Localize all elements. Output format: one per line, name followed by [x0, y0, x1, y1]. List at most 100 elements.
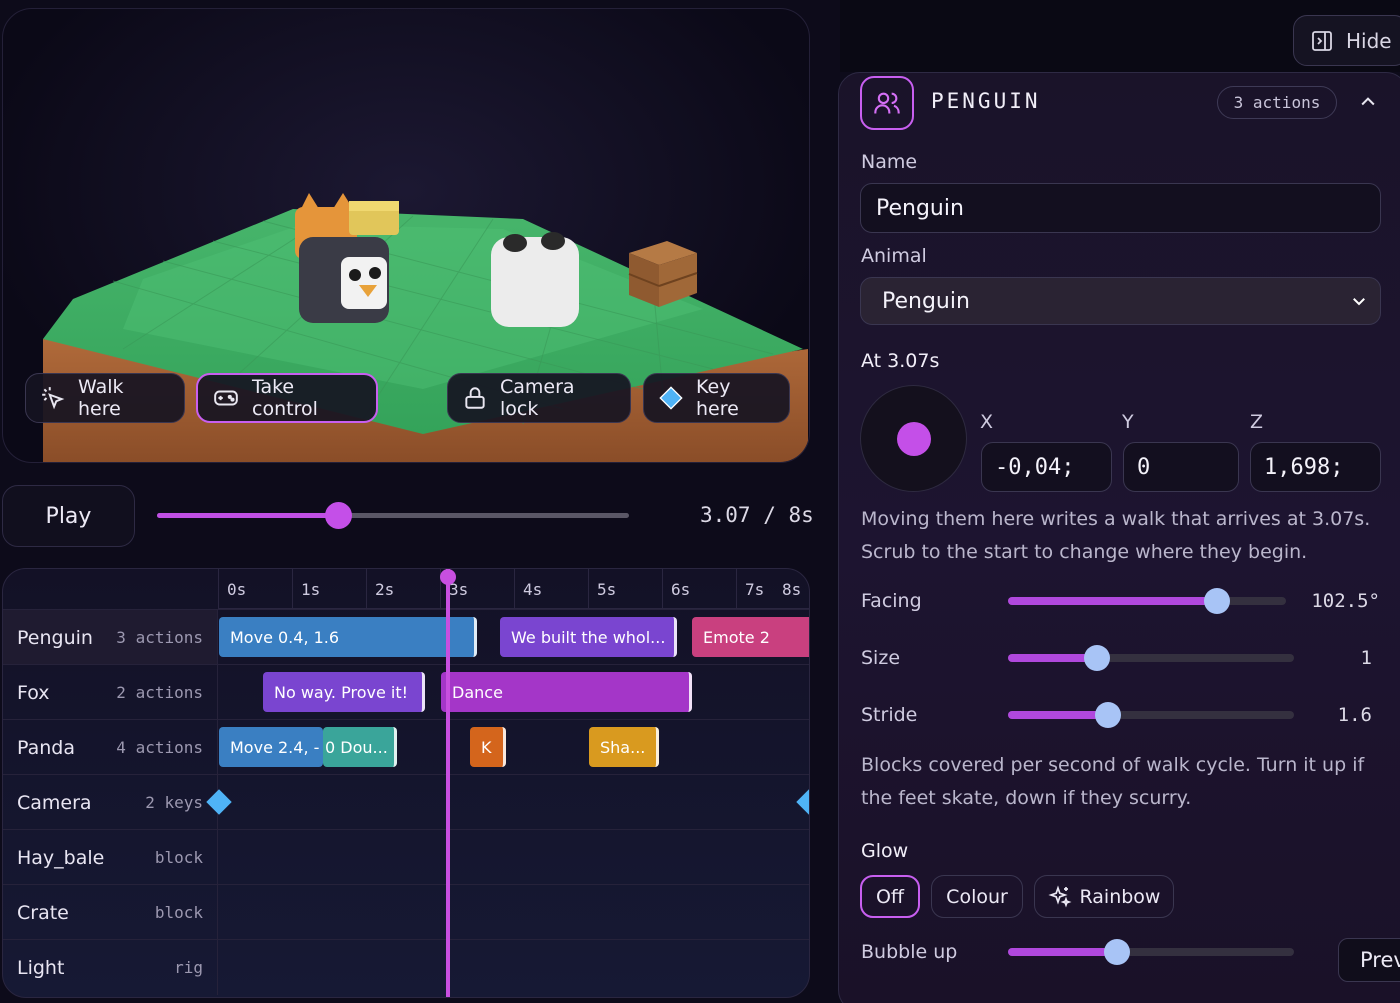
stride-value: 1.6: [1337, 704, 1372, 726]
clip-penguin-move[interactable]: Move 0.4, 1.6: [219, 617, 477, 657]
glow-rainbow-label: Rainbow: [1079, 885, 1161, 908]
timeline-row-label[interactable]: Fox 2 actions: [3, 665, 218, 720]
row-count: 4 actions: [116, 738, 203, 757]
size-label: Size: [861, 647, 901, 669]
row-name: Penguin: [17, 626, 93, 649]
row-count: rig: [174, 958, 203, 977]
row-count: 3 actions: [116, 628, 203, 647]
chevron-down-icon: [1353, 298, 1365, 306]
clip-panda-dou[interactable]: 0 Dou...: [323, 727, 397, 767]
timeline-row-light[interactable]: Light rig: [3, 939, 809, 995]
move-hint: Moving them here writes a walk that arri…: [861, 508, 1371, 563]
lock-icon: [465, 387, 485, 409]
x-axis-label: X: [980, 411, 994, 433]
walk-here-button[interactable]: Walk here: [25, 373, 185, 423]
tick-label: 5s: [588, 569, 616, 609]
glow-label: Glow: [861, 840, 909, 862]
entity-type-icon: [860, 76, 914, 130]
facing-value: 102.5°: [1311, 590, 1380, 612]
scene-viewport[interactable]: Walk here Take control Camera lock Key h…: [2, 8, 810, 463]
facing-slider[interactable]: [1008, 588, 1286, 614]
hide-label: Hide: [1346, 28, 1392, 53]
timeline-row-camera[interactable]: Camera 2 keys: [3, 774, 809, 830]
actions-count-badge: 3 actions: [1217, 86, 1337, 119]
timeline-row-label[interactable]: Crate block: [3, 885, 218, 940]
play-button[interactable]: Play: [2, 485, 135, 547]
entity-title: PENGUIN: [931, 89, 1041, 113]
playhead[interactable]: [440, 569, 456, 997]
row-name: Crate: [17, 901, 69, 924]
animal-label: Animal: [861, 245, 927, 267]
slider-handle[interactable]: [1095, 702, 1122, 728]
glow-rainbow-button[interactable]: Rainbow: [1034, 875, 1174, 918]
z-axis-label: Z: [1250, 411, 1264, 433]
panel-collapse-icon: [1312, 30, 1332, 51]
key-here-button[interactable]: Key here: [643, 373, 790, 423]
slider-handle[interactable]: [1103, 939, 1130, 965]
chevron-up-icon[interactable]: [1358, 92, 1378, 112]
clip-fox-dance[interactable]: Dance: [441, 672, 692, 712]
clip-penguin-say[interactable]: We built the whol...: [500, 617, 677, 657]
take-control-button[interactable]: Take control: [196, 373, 378, 423]
gamepad-icon: [214, 390, 238, 406]
clip-panda-k[interactable]: K: [470, 727, 506, 767]
slider-handle[interactable]: [1203, 588, 1230, 614]
timeline-row-label[interactable]: Light rig: [3, 940, 218, 995]
z-coordinate-input[interactable]: [1250, 442, 1381, 492]
timeline-row-crate[interactable]: Crate block: [3, 884, 809, 940]
animal-select[interactable]: Penguin: [860, 277, 1381, 325]
facing-label: Facing: [861, 590, 922, 612]
y-coordinate-input[interactable]: [1123, 442, 1239, 492]
keyframe-diamond-icon: [659, 386, 683, 410]
preview-button[interactable]: Prev: [1338, 938, 1400, 982]
row-name: Fox: [17, 681, 50, 704]
cursor-click-icon: [42, 387, 65, 410]
x-coordinate-input[interactable]: [981, 442, 1112, 492]
playhead-handle[interactable]: [440, 569, 456, 585]
clip-panda-move[interactable]: Move 2.4, -: [219, 727, 323, 767]
timeline-row-hay-bale[interactable]: Hay_bale block: [3, 829, 809, 885]
size-slider[interactable]: [1008, 645, 1294, 671]
glow-off-button[interactable]: Off: [860, 875, 920, 918]
timeline-row-label[interactable]: Hay_bale block: [3, 830, 218, 885]
camera-lock-button[interactable]: Camera lock: [447, 373, 631, 423]
timeline-row-fox[interactable]: Fox 2 actions No way. Prove it! Dance: [3, 664, 809, 720]
name-input[interactable]: [860, 183, 1381, 233]
slider-fill: [1008, 597, 1217, 605]
timeline-ruler[interactable]: 0s 1s 2s 3s 4s 5s 6s 7s 8s: [218, 569, 809, 609]
row-name: Light: [17, 956, 65, 979]
position-joystick[interactable]: [860, 385, 967, 492]
tick-label: 1s: [292, 569, 320, 609]
stride-slider[interactable]: [1008, 702, 1294, 728]
glow-colour-button[interactable]: Colour: [931, 875, 1023, 918]
tick-label: 0s: [218, 569, 246, 609]
scrub-slider-handle[interactable]: [325, 502, 353, 529]
walk-here-label: Walk here: [78, 376, 124, 420]
timeline-row-penguin[interactable]: Penguin 3 actions Move 0.4, 1.6 We built…: [3, 609, 809, 665]
name-label: Name: [861, 151, 918, 173]
bubble-up-slider[interactable]: [1008, 939, 1294, 965]
timeline-row-label[interactable]: Camera 2 keys: [3, 775, 218, 830]
key-here-label: Key here: [696, 376, 739, 420]
y-axis-label: Y: [1122, 411, 1134, 433]
camera-keyframe[interactable]: [796, 789, 809, 815]
slider-fill: [1008, 948, 1117, 956]
clip-panda-sha[interactable]: Sha...: [589, 727, 659, 767]
glow-colour-label: Colour: [946, 885, 1008, 908]
row-name: Hay_bale: [17, 846, 105, 869]
stride-label: Stride: [861, 704, 918, 726]
timeline-row-label[interactable]: Panda 4 actions: [3, 720, 218, 775]
hide-panel-button[interactable]: Hide: [1293, 15, 1400, 66]
joystick-handle[interactable]: [897, 422, 931, 456]
row-name: Panda: [17, 736, 75, 759]
row-count: 2 actions: [116, 683, 203, 702]
timeline-row-label[interactable]: Penguin 3 actions: [3, 610, 218, 665]
slider-handle[interactable]: [1083, 645, 1110, 671]
tick-label: 8s: [782, 580, 802, 599]
clip-penguin-emote[interactable]: Emote 2: [692, 617, 809, 657]
bubble-up-label: Bubble up: [861, 941, 958, 963]
clip-fox-say[interactable]: No way. Prove it!: [263, 672, 425, 712]
timeline-row-panda[interactable]: Panda 4 actions Move 2.4, - 0 Dou... K S…: [3, 719, 809, 775]
scrub-slider[interactable]: [157, 502, 629, 529]
camera-lock-label: Camera lock: [500, 376, 575, 420]
